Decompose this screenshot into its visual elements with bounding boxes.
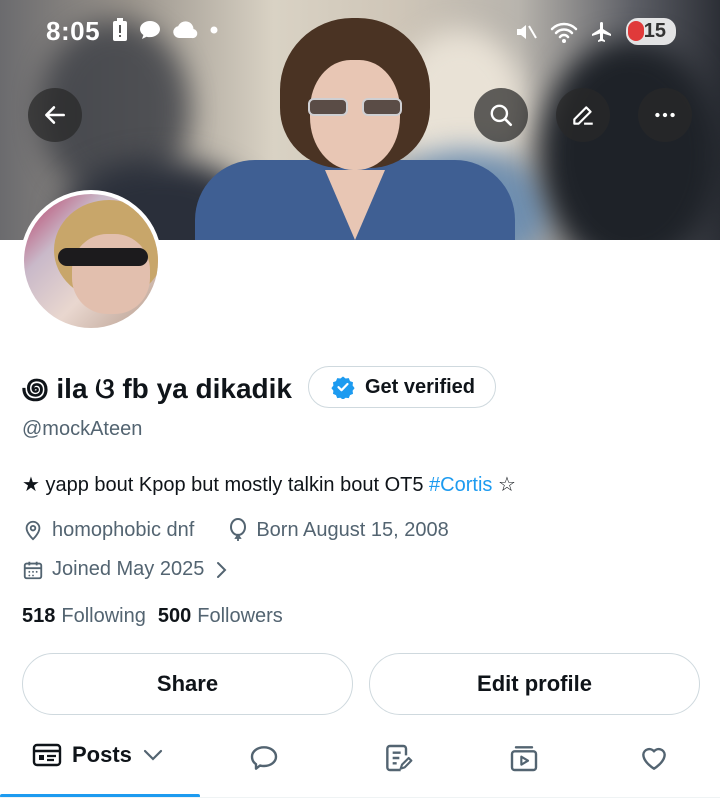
chevron-right-icon [217, 561, 227, 578]
get-verified-button[interactable]: Get verified [307, 366, 497, 408]
replies-icon [250, 746, 278, 770]
more-button[interactable] [638, 88, 692, 142]
joined-text: Joined May 2025 [52, 558, 205, 580]
tab-posts[interactable]: Posts [32, 742, 164, 768]
following-count: 518 [22, 605, 56, 627]
bio-text: ★ yapp bout Kpop but mostly talkin bout … [22, 474, 430, 496]
media-icon [510, 746, 538, 772]
wifi-icon [550, 22, 577, 43]
cloud-icon [173, 21, 198, 39]
location-icon [25, 520, 41, 541]
get-verified-label: Get verified [364, 375, 476, 398]
status-bar: 8:05 15 [0, 0, 720, 60]
dot-icon [210, 26, 218, 34]
location-text: homophobic dnf [52, 518, 195, 541]
bio-hashtag-link[interactable]: #Cortis [429, 474, 492, 496]
user-handle: @mockAteen [22, 418, 143, 440]
joined-date-link[interactable]: Joined May 2025 [22, 558, 230, 581]
followers-label: Followers [197, 605, 283, 627]
following-label: Following [61, 605, 146, 627]
birthday-text: Born August 15, 2008 [256, 518, 449, 541]
chevron-down-icon [143, 749, 163, 761]
edit-button[interactable] [556, 88, 610, 142]
followers-count: 500 [157, 605, 192, 627]
search-icon [490, 104, 513, 127]
followers-link[interactable]: 500 Followers [158, 605, 283, 628]
message-icon [140, 21, 160, 39]
balloon-icon [230, 518, 247, 541]
back-arrow-icon [45, 106, 65, 124]
battery-alert-icon [113, 18, 127, 41]
tab-posts-label: Posts [72, 742, 132, 767]
status-time: 8:05 [46, 16, 101, 46]
airplane-icon [591, 21, 611, 42]
bio: ★ yapp bout Kpop but mostly talkin bout … [22, 472, 516, 497]
avatar[interactable] [20, 190, 162, 332]
edit-profile-button[interactable]: Edit profile [369, 653, 700, 715]
following-link[interactable]: 518 Following [22, 605, 146, 628]
profile-tabs: Posts [0, 730, 720, 798]
display-name: ꩜ ila ଓ fb ya dikadik [22, 372, 292, 404]
bio-end: ☆ [492, 474, 516, 496]
edit-pencil-icon [573, 106, 593, 125]
mute-icon [516, 24, 537, 39]
tab-likes[interactable] [638, 742, 670, 774]
tab-media[interactable] [508, 742, 540, 774]
highlights-icon [386, 744, 413, 772]
tab-highlights[interactable] [382, 742, 414, 774]
battery-level: 15 [625, 18, 676, 45]
likes-icon [642, 747, 666, 770]
verified-badge-icon [331, 376, 355, 399]
share-button[interactable]: Share [22, 653, 353, 715]
back-button[interactable] [28, 88, 82, 142]
tab-replies[interactable] [248, 742, 280, 774]
posts-icon [32, 743, 62, 767]
calendar-icon [23, 561, 43, 579]
more-icon [655, 112, 675, 118]
search-button[interactable] [474, 88, 528, 142]
